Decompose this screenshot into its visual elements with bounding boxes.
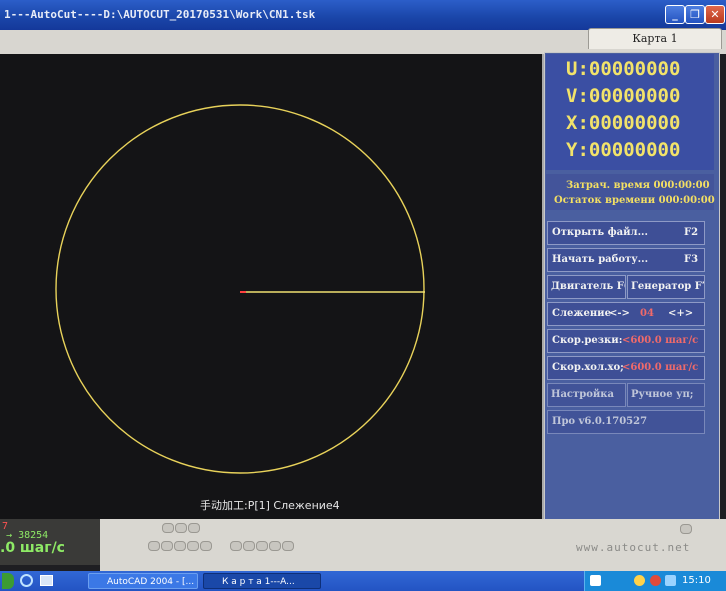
- network-icon[interactable]: [665, 575, 676, 586]
- decor-dot: [269, 541, 281, 551]
- tray-icon[interactable]: [634, 575, 645, 586]
- decor-dot: [175, 523, 187, 533]
- decor-dot: [680, 524, 692, 534]
- speed-readout: .0 шаг/с: [0, 540, 65, 556]
- tracking-increase-button[interactable]: <+>: [668, 308, 693, 319]
- taskbar-item-autocad[interactable]: AutoCAD 2004 - [...: [88, 573, 198, 589]
- motor-label: Двигатель F6: [551, 281, 626, 292]
- security-icon[interactable]: [650, 575, 661, 586]
- drawing-canvas[interactable]: [0, 54, 544, 519]
- decor-dot: [282, 541, 294, 551]
- close-button[interactable]: ✕: [705, 5, 725, 24]
- decor-dot: [161, 541, 173, 551]
- website-label: www.autocut.net: [576, 541, 691, 554]
- clock: 15:10: [682, 575, 711, 586]
- help-icon[interactable]: [590, 575, 601, 586]
- coord-x: X:00000000: [566, 112, 681, 134]
- restore-button[interactable]: ❐: [685, 5, 705, 24]
- open-file-label: Открыть файл...: [552, 227, 649, 238]
- minimize-button[interactable]: _: [665, 5, 685, 24]
- start-work-button[interactable]: Начать работу... F3: [547, 248, 705, 272]
- motor-button[interactable]: Двигатель F6: [547, 275, 626, 299]
- cut-speed-row: Скор.резки: <600.0 шаг/с: [547, 329, 705, 353]
- tracking-row: Слежение <-> 04 <+>: [547, 302, 705, 326]
- tracking-value: 04: [640, 308, 654, 319]
- decor-dot: [200, 541, 212, 551]
- canvas-svg: [55, 104, 425, 474]
- remaining-time: Остаток времени 000:00:00: [554, 195, 715, 206]
- generator-button[interactable]: Генератор F7: [627, 275, 705, 299]
- idle-speed-row: Скор.хол.хо; <600.0 шаг/с: [547, 356, 705, 380]
- cut-speed-value: <600.0 шаг/с: [622, 335, 699, 346]
- about-button[interactable]: Про v6.0.170527: [547, 410, 705, 434]
- coord-y: Y:00000000: [566, 139, 681, 161]
- start-work-key: F3: [684, 254, 699, 265]
- generator-label: Генератор F7: [631, 281, 705, 292]
- coord-u: U:00000000: [566, 58, 681, 80]
- cut-path-circle: [55, 104, 425, 474]
- open-file-key: F2: [684, 227, 699, 238]
- desktop-icon[interactable]: [40, 575, 53, 586]
- coord-v: V:00000000: [566, 85, 681, 107]
- decor-dot: [188, 523, 200, 533]
- settings-button[interactable]: Настройка: [547, 383, 626, 407]
- about-label: Про v6.0.170527: [552, 416, 648, 427]
- decor-dot: [230, 541, 242, 551]
- settings-label: Настройка: [551, 389, 614, 400]
- decor-dot: [162, 523, 174, 533]
- canvas-status-text: 手动加工:P[1] Слежение4: [200, 499, 340, 512]
- start-button[interactable]: [2, 573, 14, 589]
- manual-control-button[interactable]: Ручное уп;: [627, 383, 705, 407]
- taskbar-item-autocut[interactable]: К а р т а 1---A...: [203, 573, 321, 589]
- manual-control-label: Ручное уп;: [631, 389, 694, 400]
- decor-dot: [174, 541, 186, 551]
- decor-dot: [187, 541, 199, 551]
- open-file-button[interactable]: Открыть файл... F2: [547, 221, 705, 245]
- cut-speed-label: Скор.резки:: [552, 335, 623, 346]
- elapsed-time: Затрач. время 000:00:00: [566, 180, 710, 191]
- browser-icon[interactable]: [20, 574, 33, 587]
- tab-card-1[interactable]: Карта 1: [588, 28, 722, 49]
- decor-dot: [243, 541, 255, 551]
- decor-dot: [148, 541, 160, 551]
- idle-speed-label: Скор.хол.хо;: [552, 362, 624, 373]
- start-work-label: Начать работу...: [552, 254, 649, 265]
- tracking-label: Слежение: [552, 308, 611, 319]
- idle-speed-value: <600.0 шаг/с: [622, 362, 699, 373]
- decor-dot: [256, 541, 268, 551]
- tracking-decrease-button[interactable]: <->: [609, 308, 630, 319]
- window-title: 1---AutoCut----D:\AUTOCUT_20170531\Work\…: [4, 8, 316, 21]
